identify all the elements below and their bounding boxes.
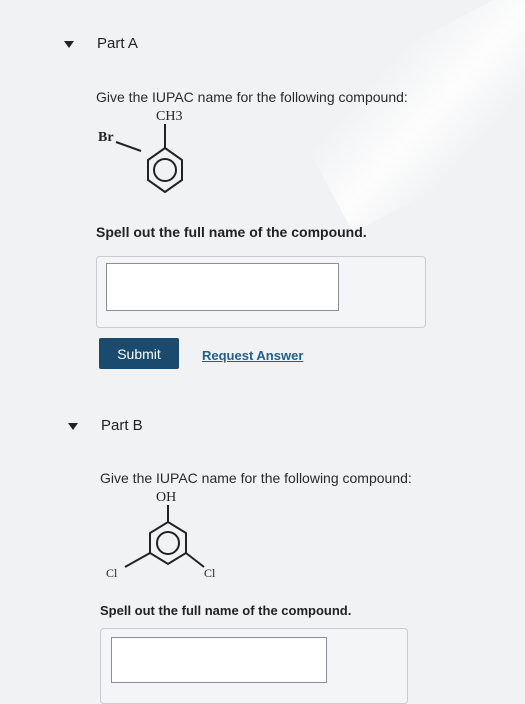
request-answer-link[interactable]: Request Answer [202, 348, 303, 363]
part-a-prompt: Give the IUPAC name for the following co… [96, 89, 408, 105]
part-a-title[interactable]: Part A [97, 35, 138, 52]
part-b-instruction: Spell out the full name of the compound. [100, 603, 352, 618]
benzene-ring [115, 124, 183, 194]
submit-button[interactable]: Submit [99, 338, 179, 369]
benzene-ring [124, 505, 205, 568]
part-a-instruction: Spell out the full name of the compound. [96, 224, 367, 240]
part-b-title[interactable]: Part B [101, 417, 143, 434]
screen-glare [287, 0, 525, 233]
part-a-structure: CH3 Br [98, 109, 183, 194]
part-a-side-group: Br [98, 130, 114, 145]
part-b-answer-field[interactable] [111, 637, 327, 683]
part-b-right-group: Cl [204, 566, 216, 580]
collapse-caret-icon[interactable] [64, 41, 74, 48]
part-b-left-group: Cl [106, 566, 118, 580]
part-b-top-group: OH [156, 490, 176, 505]
part-b-prompt: Give the IUPAC name for the following co… [100, 470, 412, 486]
part-b-structure: OH Cl Cl [106, 490, 216, 580]
part-a-top-group: CH3 [156, 109, 182, 124]
part-a-answer-field[interactable] [106, 263, 339, 311]
collapse-caret-icon[interactable] [68, 423, 78, 430]
